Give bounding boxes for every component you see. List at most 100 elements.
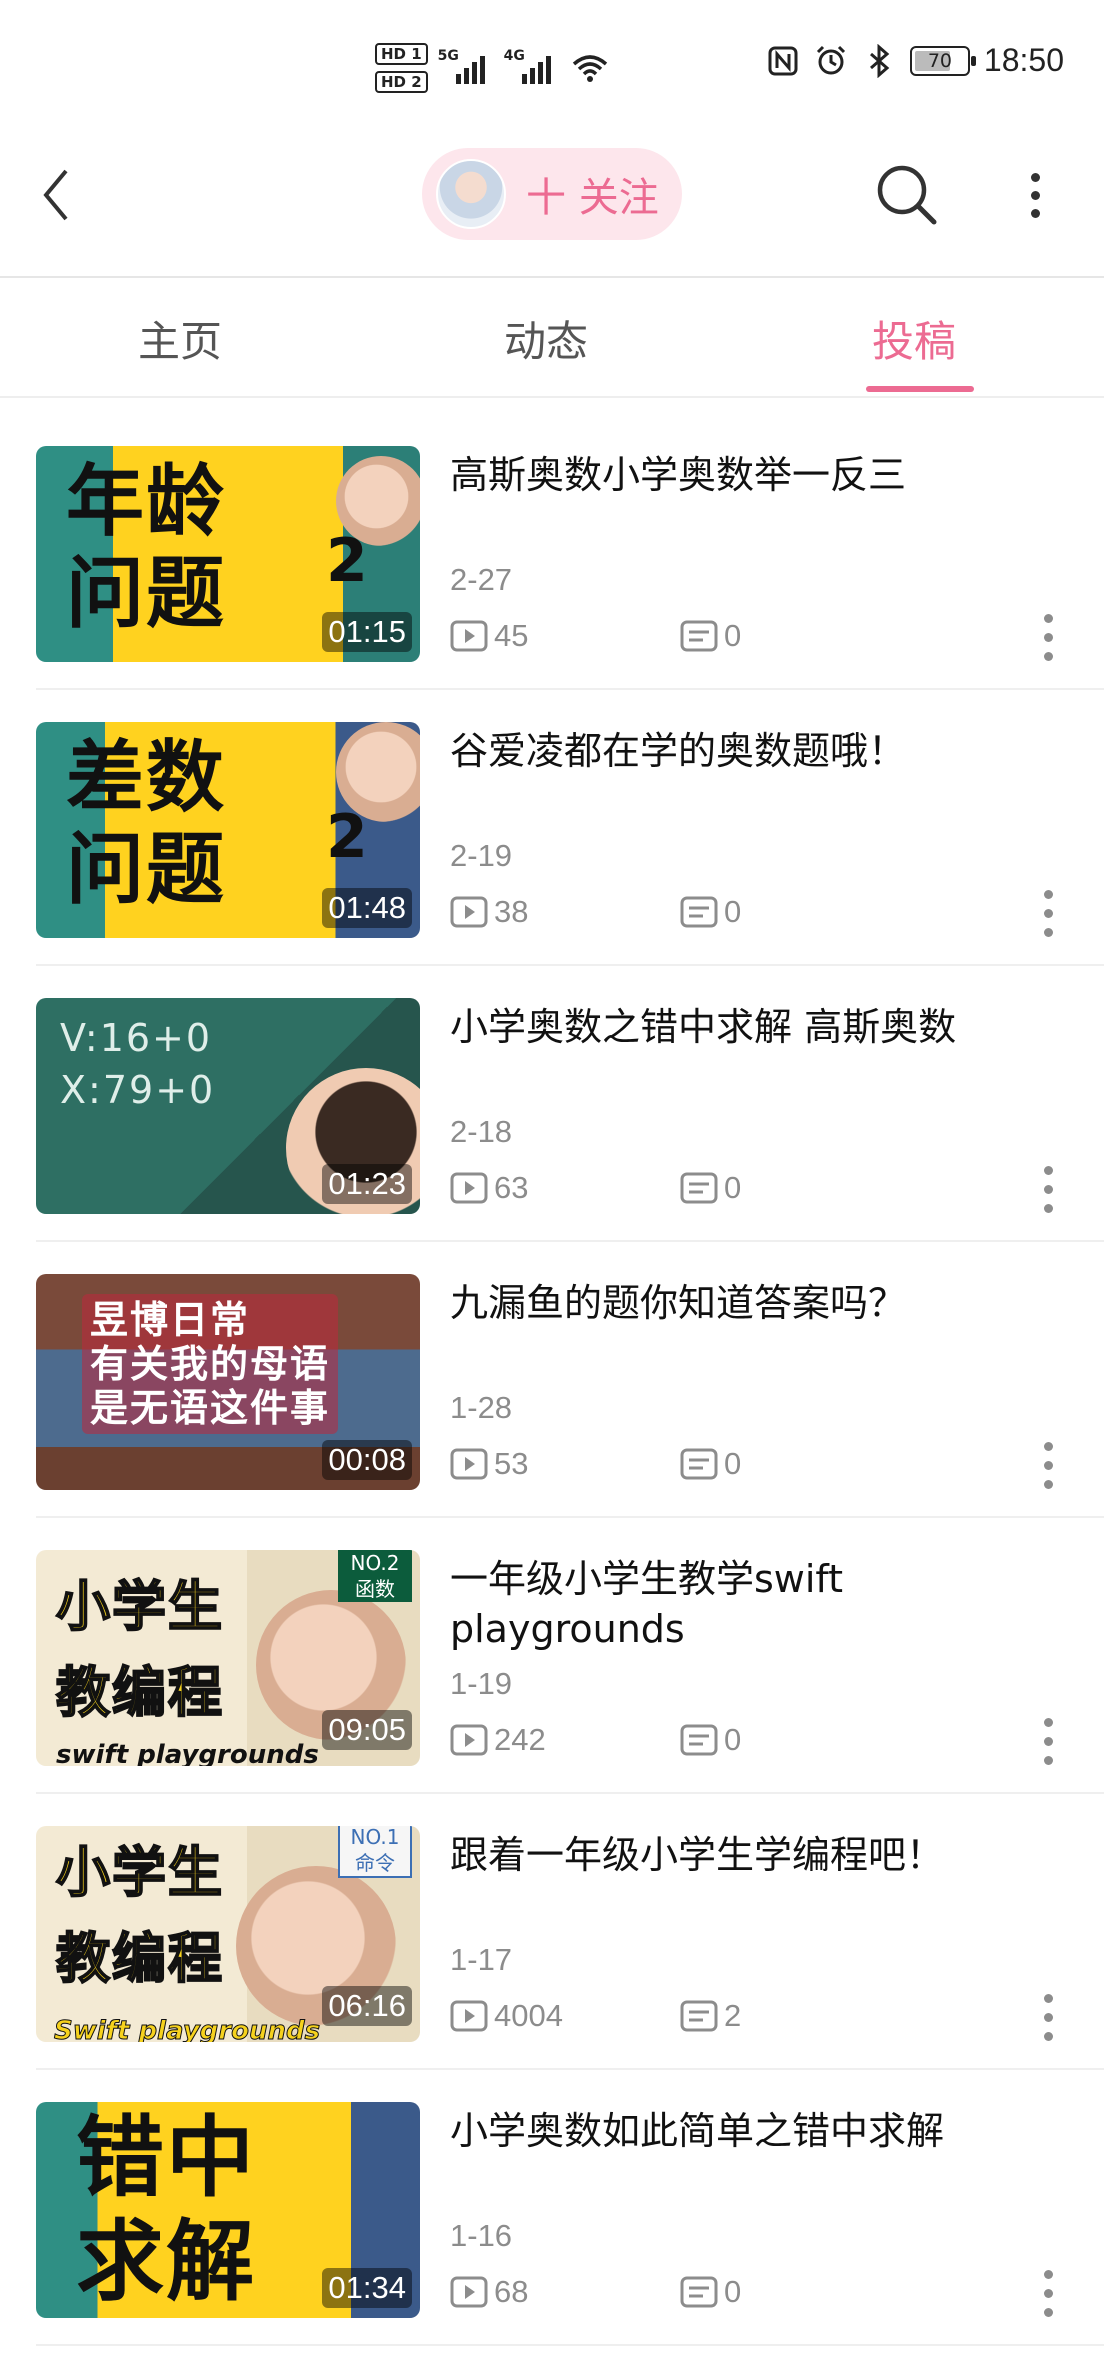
play-icon — [450, 1172, 488, 1204]
comment-icon — [680, 620, 718, 652]
play-count: 68 — [450, 2274, 528, 2310]
video-date: 1-28 — [450, 1390, 513, 1425]
video-item[interactable]: 小学生 教编程 NO.1 命令 Swift playgrounds 06:16 … — [0, 1794, 1104, 2070]
video-item[interactable]: 差数 问题 2 01:48 谷爱凌都在学的奥数题哦！ 2-19 38 0 — [0, 690, 1104, 966]
video-thumbnail[interactable]: 差数 问题 2 01:48 — [36, 722, 420, 938]
play-count: 63 — [450, 1170, 528, 1206]
clock: 18:50 — [983, 42, 1064, 78]
play-icon — [450, 1448, 488, 1480]
comment-count: 0 — [680, 1170, 741, 1206]
video-duration: 06:16 — [322, 1986, 412, 2026]
video-date: 1-19 — [450, 1666, 513, 1701]
follow-button[interactable]: 十 关注 — [422, 148, 682, 240]
video-item[interactable]: V:16+0 X:79+0 01:23 小学奥数之错中求解 高斯奥数 2-18 … — [0, 966, 1104, 1242]
back-button[interactable] — [40, 160, 90, 230]
play-count-value: 38 — [494, 894, 529, 929]
video-title[interactable]: 九漏鱼的题你知道答案吗？ — [450, 1278, 1010, 1328]
video-title[interactable]: 一年级小学生教学swift playgrounds — [450, 1554, 1010, 1654]
thumbnail-caption: 小学生 教编程 — [55, 1840, 224, 1991]
video-item[interactable]: 小学生 教编程 NO.2 函数 swift playgrounds 09:05 … — [0, 1518, 1104, 1794]
video-duration: 00:08 — [322, 1440, 412, 1480]
hd-indicators: HD 1 HD 2 — [375, 43, 428, 93]
top-app-bar: 十 关注 — [0, 130, 1104, 276]
video-title[interactable]: 谷爱凌都在学的奥数题哦！ — [450, 726, 1010, 776]
search-icon[interactable] — [872, 160, 942, 230]
video-duration: 09:05 — [322, 1710, 412, 1750]
video-duration: 01:23 — [322, 1164, 412, 1204]
video-thumbnail[interactable]: 昱博日常 有关我的母语 是无语这件事 00:08 — [36, 1274, 420, 1490]
video-thumbnail[interactable]: V:16+0 X:79+0 01:23 — [36, 998, 420, 1214]
video-duration: 01:15 — [322, 612, 412, 652]
tab-bar: 主页 动态 投稿 — [0, 278, 1104, 396]
avatar[interactable] — [436, 159, 506, 229]
comment-count-value: 0 — [724, 1446, 742, 1481]
comment-count: 0 — [680, 2274, 741, 2310]
battery-icon: 70 — [909, 45, 976, 76]
hd2-badge: HD 2 — [375, 71, 428, 93]
video-title[interactable]: 高斯奥数小学奥数举一反三 — [450, 450, 1010, 500]
tab-dynamics[interactable]: 动态 — [504, 308, 588, 369]
comment-icon — [680, 2276, 718, 2308]
comment-count: 0 — [680, 894, 741, 930]
video-thumbnail[interactable]: 错中 求解 01:34 — [36, 2102, 420, 2318]
item-more-button[interactable] — [1038, 1442, 1058, 1502]
video-date: 2-18 — [450, 1114, 513, 1149]
play-icon — [450, 1724, 488, 1756]
item-more-button[interactable] — [1038, 1166, 1058, 1226]
play-count-value: 63 — [494, 1170, 529, 1205]
thumbnail-caption: 差数 问题 — [66, 733, 227, 915]
item-more-button[interactable] — [1038, 890, 1058, 950]
video-date: 2-27 — [450, 562, 513, 597]
comment-count: 0 — [680, 1446, 741, 1482]
video-list: 年龄 问题 2 01:15 高斯奥数小学奥数举一反三 2-27 45 0 差数 … — [0, 414, 1104, 2346]
video-thumbnail[interactable]: 年龄 问题 2 01:15 — [36, 446, 420, 662]
video-date: 1-16 — [450, 2218, 513, 2253]
thumbnail-caption: 小学生 教编程 — [55, 1574, 224, 1725]
thumbnail-footer: Swift playgrounds — [53, 2016, 321, 2043]
more-options-button[interactable] — [1010, 160, 1060, 230]
thumbnail-badge: NO.2 函数 — [338, 1550, 412, 1602]
comment-count-value: 0 — [724, 2274, 742, 2309]
video-item[interactable]: 昱博日常 有关我的母语 是无语这件事 00:08 九漏鱼的题你知道答案吗？ 1-… — [0, 1242, 1104, 1518]
item-more-button[interactable] — [1038, 2270, 1058, 2330]
video-title[interactable]: 跟着一年级小学生学编程吧！ — [450, 1830, 1010, 1880]
battery-level: 70 — [927, 49, 953, 72]
item-more-button[interactable] — [1038, 1994, 1058, 2054]
video-item[interactable]: 错中 求解 01:34 小学奥数如此简单之错中求解 1-16 68 0 — [0, 2070, 1104, 2346]
thumbnail-caption: 错中 求解 — [76, 2106, 257, 2313]
thumbnail-caption: V:16+0 X:79+0 — [60, 1016, 216, 1112]
comment-icon — [680, 896, 718, 928]
bluetooth-icon — [869, 43, 890, 78]
tab-home[interactable]: 主页 — [138, 308, 222, 369]
play-icon — [450, 896, 488, 928]
video-item[interactable]: 年龄 问题 2 01:15 高斯奥数小学奥数举一反三 2-27 45 0 — [0, 414, 1104, 690]
play-count: 4004 — [450, 1998, 563, 2034]
nfc-icon — [768, 46, 798, 75]
comment-count-value: 0 — [724, 1170, 742, 1205]
video-duration: 01:48 — [322, 888, 412, 928]
hd1-badge: HD 1 — [375, 43, 428, 65]
thumbnail-caption: 昱博日常 有关我的母语 是无语这件事 — [82, 1294, 339, 1434]
status-left: HD 1 HD 2 5G 4G — [375, 38, 610, 98]
play-count-value: 68 — [494, 2274, 529, 2309]
comment-icon — [680, 2000, 718, 2032]
tab-posts[interactable]: 投稿 — [872, 308, 956, 369]
video-title[interactable]: 小学奥数如此简单之错中求解 — [450, 2106, 1010, 2156]
video-title[interactable]: 小学奥数之错中求解 高斯奥数 — [450, 1002, 1010, 1052]
video-date: 2-19 — [450, 838, 513, 873]
tab-active-indicator — [866, 386, 974, 392]
comment-count: 0 — [680, 618, 741, 654]
item-more-button[interactable] — [1038, 1718, 1058, 1778]
video-thumbnail[interactable]: 小学生 教编程 NO.1 命令 Swift playgrounds 06:16 — [36, 1826, 420, 2042]
wifi-icon — [572, 55, 607, 82]
video-duration: 01:34 — [322, 2268, 412, 2308]
comment-icon — [680, 1448, 718, 1480]
thumbnail-footer: swift playgrounds — [56, 1740, 319, 1766]
item-more-button[interactable] — [1038, 614, 1058, 674]
tabs-divider — [0, 396, 1104, 398]
signal-4g-icon: 4G — [504, 48, 560, 88]
play-count: 242 — [450, 1722, 546, 1758]
comment-count-value: 0 — [724, 1722, 742, 1757]
video-thumbnail[interactable]: 小学生 教编程 NO.2 函数 swift playgrounds 09:05 — [36, 1550, 420, 1766]
signal-5g-icon: 5G — [438, 48, 494, 88]
